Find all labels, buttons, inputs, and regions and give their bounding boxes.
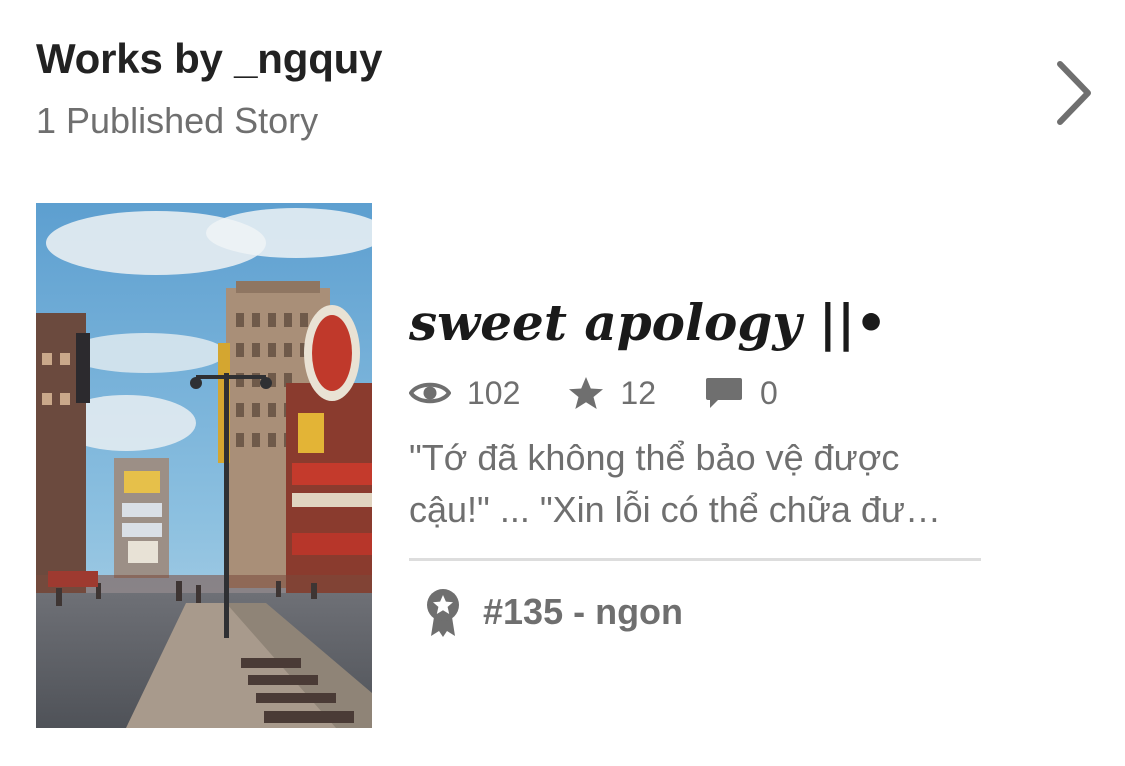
story-stats: 102 12 0 <box>409 368 989 418</box>
rank-label: #135 - ngon <box>483 591 684 632</box>
description-line-1: "Tớ đã không thể bảo vệ được <box>409 437 900 478</box>
story-rank[interactable]: #135 - ngon <box>423 587 989 637</box>
votes-count: 12 <box>620 374 656 411</box>
story-description: "Tớ đã không thể bảo vệ được cậu!" ... "… <box>409 432 981 536</box>
story-info: sweet apology ||• 102 12 0 "Tớ đã không … <box>409 288 989 637</box>
reads-stat: 102 <box>409 375 520 412</box>
comments-count: 0 <box>759 374 778 411</box>
votes-stat: 12 <box>568 375 656 412</box>
works-title: Works by _ngquy <box>36 35 383 82</box>
published-count: 1 Published Story <box>36 100 319 141</box>
ribbon-badge-icon <box>427 589 459 637</box>
eye-icon <box>409 382 451 404</box>
works-header: Works by _ngquy 1 Published Story <box>36 28 1036 152</box>
reads-count: 102 <box>467 374 521 411</box>
comments-stat: 0 <box>704 375 778 412</box>
chevron-right-icon[interactable] <box>1050 58 1098 128</box>
speech-bubble-icon <box>705 378 742 408</box>
description-line-2: cậu!" ... "Xin lỗi có thể chữa đư… <box>409 489 942 530</box>
story-cover-image[interactable] <box>36 203 372 728</box>
story-title[interactable]: sweet apology ||• <box>409 288 989 358</box>
divider <box>409 558 981 561</box>
star-icon <box>569 377 604 409</box>
